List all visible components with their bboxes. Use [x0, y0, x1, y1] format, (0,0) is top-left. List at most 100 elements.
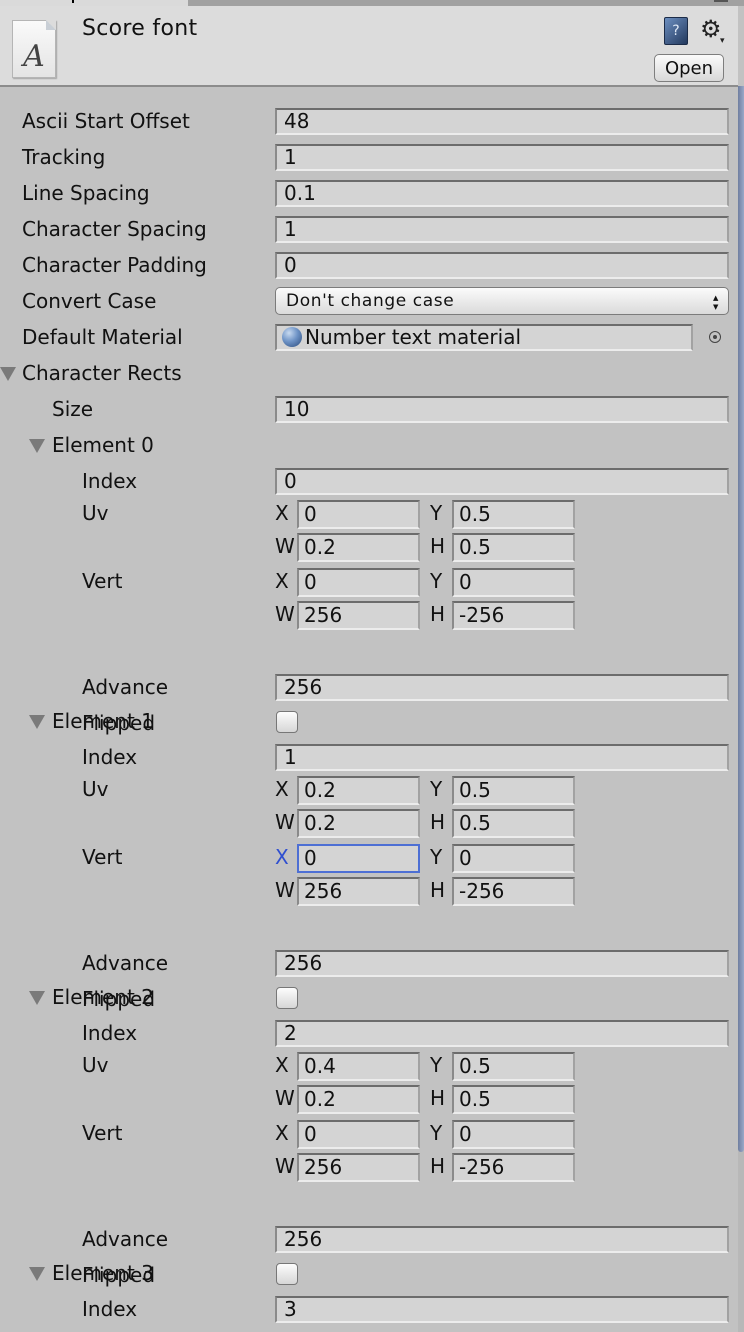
vert-vector-row: Vert X 0 Y 0 — [0, 842, 738, 874]
uv-y-field[interactable]: 0.5 — [452, 1052, 575, 1081]
axis-label-h: H — [430, 1086, 446, 1110]
property-label: Uv — [82, 777, 109, 801]
axis-label-x: X — [275, 1121, 289, 1145]
property-row: Index 1 — [0, 739, 738, 775]
axis-label-w: W — [275, 810, 295, 834]
uv-h-field[interactable]: 0.5 — [452, 1085, 575, 1114]
property-label: Tracking — [22, 145, 106, 169]
foldout-arrow-icon[interactable] — [29, 439, 45, 453]
axis-label-x: X — [275, 1053, 289, 1077]
vert-x-field[interactable]: 0 — [297, 844, 420, 873]
axis-label-w: W — [275, 878, 295, 902]
uv-x-field[interactable]: 0 — [297, 500, 420, 529]
index-field[interactable]: 0 — [275, 468, 729, 495]
property-row: Size 10 — [0, 391, 738, 427]
foldout-arrow-icon[interactable] — [29, 1267, 45, 1281]
index-field[interactable]: 2 — [275, 1020, 729, 1047]
vert-y-field[interactable]: 0 — [452, 568, 575, 597]
scrollbar-thumb[interactable] — [738, 86, 744, 1152]
dropdown-value: Don't change case — [286, 291, 455, 311]
vert-w-field[interactable]: 256 — [297, 1153, 420, 1182]
property-label: Uv — [82, 1053, 109, 1077]
axis-label-x: X — [275, 569, 289, 593]
property-row: Index 3 — [0, 1291, 738, 1327]
property-label: Size — [52, 397, 94, 421]
tracking-field[interactable]: 1 — [275, 144, 729, 171]
array-size-field[interactable]: 10 — [275, 396, 729, 423]
line-spacing-field[interactable]: 0.1 — [275, 180, 729, 207]
axis-label-w: W — [275, 1086, 295, 1110]
property-label: Ascii Start Offset — [22, 109, 190, 133]
vert-h-field[interactable]: -256 — [452, 601, 575, 630]
foldout-arrow-icon[interactable] — [0, 367, 16, 381]
vert-y-field[interactable]: 0 — [452, 844, 575, 873]
property-label: Line Spacing — [22, 181, 150, 205]
foldout-arrow-icon[interactable] — [29, 991, 45, 1005]
vert-w-field[interactable]: 256 — [297, 877, 420, 906]
default-material-field[interactable]: Number text material — [275, 324, 693, 351]
vertical-scrollbar[interactable] — [738, 86, 744, 1332]
property-label: Index — [82, 1021, 138, 1045]
vert-w-field[interactable]: 256 — [297, 601, 420, 630]
object-picker-icon[interactable] — [709, 331, 721, 343]
uv-h-field[interactable]: 0.5 — [452, 533, 575, 562]
uv-w-field[interactable]: 0.2 — [297, 533, 420, 562]
property-row: Advance 256 — [0, 945, 738, 981]
axis-label-w: W — [275, 602, 295, 626]
advance-field[interactable]: 256 — [275, 674, 729, 701]
axis-label-h: H — [430, 878, 446, 902]
property-label: Advance — [82, 675, 169, 699]
asset-title: Score font — [82, 16, 198, 41]
property-label: Uv — [82, 501, 109, 525]
gear-icon[interactable]: ⚙ ▾ — [700, 16, 725, 46]
vert-h-field[interactable]: -256 — [452, 1153, 575, 1182]
open-button[interactable]: Open — [654, 54, 724, 82]
convert-case-dropdown[interactable]: Don't change case ▲ ▼ — [275, 287, 729, 315]
material-sphere-icon — [282, 327, 302, 347]
uv-h-field[interactable]: 0.5 — [452, 809, 575, 838]
uv-w-field[interactable]: 0.2 — [297, 1085, 420, 1114]
vert-h-field[interactable]: -256 — [452, 877, 575, 906]
vert-x-field[interactable]: 0 — [297, 568, 420, 597]
element-foldout-label: Element 0 — [52, 433, 154, 457]
property-row: Character Rects — [0, 355, 738, 391]
property-label: Character Padding — [22, 253, 207, 277]
uv-w-field[interactable]: 0.2 — [297, 809, 420, 838]
uv-x-field[interactable]: 0.4 — [297, 1052, 420, 1081]
character-spacing-field[interactable]: 1 — [275, 216, 729, 243]
index-field[interactable]: 3 — [275, 1296, 729, 1323]
axis-label-w: W — [275, 1154, 295, 1178]
axis-label-y: Y — [430, 845, 443, 869]
uv-vector-row: W 0.2 H 0.5 — [0, 1083, 738, 1115]
axis-label-x: X — [275, 777, 289, 801]
font-asset-icon: A — [12, 20, 56, 78]
property-row: Character Spacing 1 — [0, 211, 738, 247]
property-label: Advance — [82, 1227, 169, 1251]
dropdown-arrows-icon: ▲ ▼ — [713, 294, 719, 311]
axis-label-y: Y — [430, 1121, 443, 1145]
uv-y-field[interactable]: 0.5 — [452, 776, 575, 805]
property-label: Advance — [82, 951, 169, 975]
element-foldout-label: Element 1 — [52, 709, 154, 733]
vert-x-field[interactable]: 0 — [297, 1120, 420, 1149]
vert-vector-row: W 256 H -256 — [0, 1151, 738, 1183]
advance-field[interactable]: 256 — [275, 950, 729, 977]
advance-field[interactable]: 256 — [275, 1226, 729, 1253]
uv-y-field[interactable]: 0.5 — [452, 500, 575, 529]
inspector-header: A Score font ? ⚙ ▾ Open — [0, 6, 738, 87]
property-label: Vert — [82, 845, 123, 869]
help-book-icon[interactable]: ? — [664, 17, 688, 45]
window-control[interactable] — [714, 0, 728, 2]
axis-label-y: Y — [430, 777, 443, 801]
foldout-arrow-icon[interactable] — [29, 715, 45, 729]
property-row: Line Spacing 0.1 — [0, 175, 738, 211]
property-row: Character Padding 0 — [0, 247, 738, 283]
index-field[interactable]: 1 — [275, 744, 729, 771]
character-padding-field[interactable]: 0 — [275, 252, 729, 279]
axis-label-x: X — [275, 845, 289, 869]
property-row: Element 2 — [0, 979, 738, 1015]
property-row: Tracking 1 — [0, 139, 738, 175]
ascii-start-offset-field[interactable]: 48 — [275, 108, 729, 135]
uv-x-field[interactable]: 0.2 — [297, 776, 420, 805]
vert-y-field[interactable]: 0 — [452, 1120, 575, 1149]
